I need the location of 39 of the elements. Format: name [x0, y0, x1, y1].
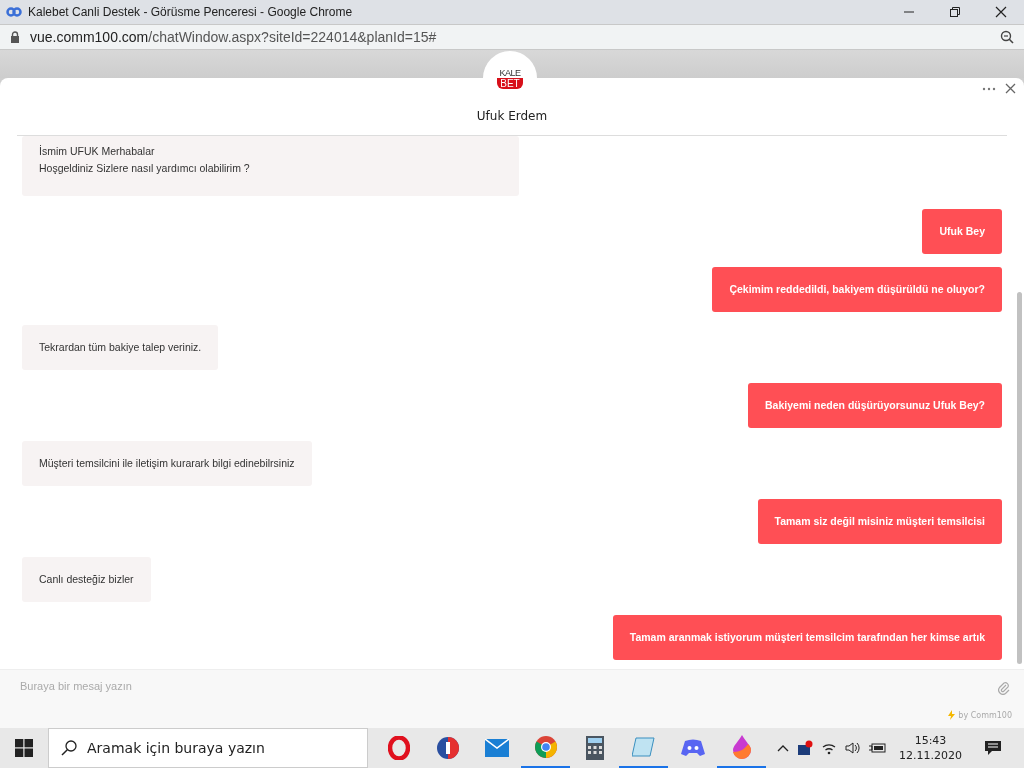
- visitor-message: Çekimim reddedildi, bakiyem düşürüldü ne oluyor?: [712, 267, 1002, 312]
- visitor-message: Tamam aranmak istiyorum müşteri temsilcim tarafından her kimse artık: [612, 615, 1002, 660]
- chevron-up-icon[interactable]: [777, 744, 789, 752]
- mail-icon[interactable]: [484, 739, 509, 757]
- close-icon[interactable]: [995, 6, 1007, 18]
- window-badge-icon[interactable]: [797, 740, 813, 756]
- more-icon[interactable]: [982, 86, 996, 91]
- paperclip-icon[interactable]: [998, 681, 1010, 695]
- taskbar-search-field[interactable]: Aramak için buraya yazın: [48, 728, 368, 768]
- zoom-icon[interactable]: [1000, 30, 1014, 44]
- windows-start-icon[interactable]: [15, 739, 33, 757]
- clock[interactable]: 15:43 12.11.2020: [899, 733, 962, 763]
- battery-icon[interactable]: [869, 742, 887, 754]
- search-icon: [61, 740, 77, 756]
- chrome-icon[interactable]: [533, 735, 558, 759]
- agent-message: Müşteri temsilcini ile iletişim kurarark bilgi edinebilrsiniz: [22, 441, 312, 486]
- game-controller-icon[interactable]: [680, 739, 705, 757]
- agent-message: Canlı desteğiz bizler: [22, 557, 151, 602]
- window-title: Kalebet Canli Destek - Görüsme Penceresi - Google Chrome: [28, 5, 353, 19]
- lightning-icon: [948, 710, 956, 720]
- scrollbar[interactable]: [1017, 292, 1022, 664]
- visitor-message: Tamam siz değil misiniz müşteri temsilcisi: [757, 499, 1002, 544]
- agent-message: Tekrardan tüm bakiye talep veriniz.: [22, 325, 219, 370]
- visitor-message: Ufuk Bey: [922, 209, 1002, 254]
- visitor-message: Bakiyemi neden düşürüyorsunuz Ufuk Bey?: [748, 383, 1002, 428]
- calculator-icon[interactable]: [585, 736, 604, 760]
- wifi-icon[interactable]: [821, 741, 837, 755]
- chain-link-icon: [6, 7, 22, 17]
- speaker-icon[interactable]: [845, 741, 861, 755]
- letter-o-icon[interactable]: [387, 736, 410, 760]
- drop-icon[interactable]: [731, 735, 752, 759]
- close-icon[interactable]: [1005, 83, 1016, 94]
- lock-icon: [10, 31, 20, 43]
- agent-message: İsmim UFUK Merhabalar Hoşgeldiniz Sizlere nasıl yardımcı olabilirim ?: [22, 136, 519, 196]
- restore-icon[interactable]: [949, 6, 961, 18]
- agent-name: Ufuk Erdem: [475, 109, 549, 123]
- message-input[interactable]: Buraya bir mesaj yazın: [20, 680, 420, 692]
- round-logo-icon[interactable]: [435, 736, 460, 760]
- notifications-icon[interactable]: [984, 740, 1002, 756]
